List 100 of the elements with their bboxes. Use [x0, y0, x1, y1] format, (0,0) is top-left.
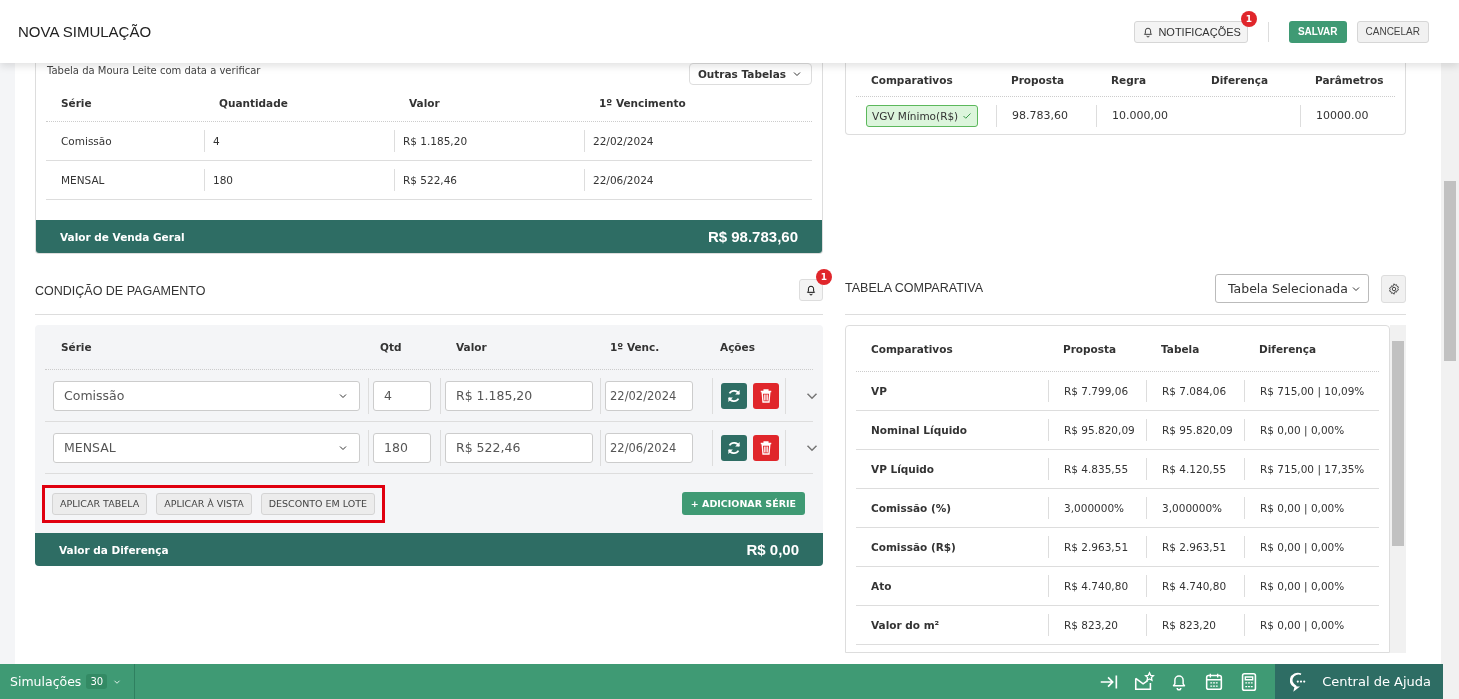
table-cell: R$ 4.740,80 [1146, 575, 1244, 597]
table-cell: R$ 0,00 | 0,00% [1244, 419, 1379, 441]
delete-button[interactable] [753, 382, 779, 409]
column-header: Parâmetros [1314, 73, 1385, 86]
notification-badge: 1 [1240, 10, 1257, 27]
total-label: Valor de Venda Geral [60, 230, 185, 243]
table-cell-text: MENSAL [60, 174, 106, 186]
table-cell: R$ 95.820,09 [1146, 419, 1244, 441]
table-cell-text: Comissão (R$) [870, 541, 957, 553]
page-title: NOVA SIMULAÇÃO [18, 23, 152, 40]
simulations-button[interactable]: Simulações 30 [0, 664, 136, 699]
table-cell: R$ 4.740,80 [1048, 575, 1146, 597]
table-scrollbar[interactable] [1390, 325, 1406, 653]
series-dropdown[interactable]: MENSAL [53, 432, 360, 463]
page-scrollbar[interactable] [1441, 63, 1459, 699]
table-cell: R$ 7.084,06 [1146, 380, 1244, 402]
table-cell-text: VP Líquido [870, 463, 936, 475]
value-field[interactable]: R$ 522,46 [445, 432, 593, 463]
other-tables-button[interactable]: Outras Tabelas [688, 63, 812, 85]
cancel-button[interactable]: CANCELAR [1356, 20, 1429, 43]
section-title: TABELA COMPARATIVA [845, 280, 983, 297]
table-cell: R$ 1.185,20 [394, 130, 584, 152]
settings-button[interactable] [1381, 274, 1406, 303]
table-caption: Tabela da Moura Leite com data a verificar [47, 64, 261, 78]
column-header: Qtd [379, 340, 403, 355]
column-header: Valor [408, 97, 441, 109]
table-cell: R$ 4.835,55 [1048, 458, 1146, 480]
value-field[interactable]: R$ 1.185,20 [445, 380, 593, 411]
table-cell: 180 [204, 169, 394, 191]
table-dropdown[interactable]: Tabela Selecionada [1215, 274, 1369, 303]
dropdown-value: Tabela Selecionada [1228, 281, 1348, 296]
total-value: R$ 98.783,60 [707, 228, 798, 245]
count-badge: 30 [86, 674, 108, 689]
table-cell: R$ 0,00 | 0,00% [1244, 614, 1379, 636]
dropdown-value: Comissão [64, 388, 125, 403]
delete-button[interactable] [753, 434, 779, 461]
total-label: Valor da Diferença [59, 543, 169, 556]
table-cell: R$ 715,00 | 17,35% [1244, 458, 1379, 480]
column-header: Comparativos [870, 342, 954, 355]
table-cell: 4 [204, 130, 394, 152]
quantity-field[interactable]: 180 [373, 432, 431, 463]
table-cell: 22/02/2024 [584, 130, 812, 152]
table-cell: R$ 823,20 [1146, 614, 1244, 636]
scrollbar-thumb[interactable] [1392, 341, 1404, 546]
table-cell: R$ 95.820,09 [1048, 419, 1146, 441]
action-button[interactable]: APLICAR À VISTA [156, 492, 252, 515]
table-cell: 10000.00 [1316, 109, 1369, 122]
dropdown-value: MENSAL [64, 440, 116, 455]
table-cell: 10.000,00 [1112, 109, 1168, 122]
table-cell-text: VP [870, 385, 888, 397]
notifications-button[interactable] [799, 279, 823, 301]
column-header: Diferença [1258, 342, 1318, 355]
column-header: Proposta [1010, 73, 1066, 86]
action-button[interactable]: DESCONTO EM LOTE [260, 492, 375, 515]
table-cell-text: Nominal Líquido [870, 424, 968, 436]
table-cell: R$ 4.120,55 [1146, 458, 1244, 480]
column-header: Série [60, 97, 93, 109]
column-header: 1º Vencimento [598, 97, 687, 109]
column-header: Tabela [1160, 342, 1201, 355]
scrollbar-thumb[interactable] [1444, 181, 1456, 361]
column-header: Regra [1110, 73, 1147, 86]
table-cell: R$ 2.963,51 [1146, 536, 1244, 558]
table-cell: 98.783,60 [1012, 109, 1068, 122]
table-cell-text: Ato [870, 580, 893, 592]
table-cell-text: Comissão (%) [870, 502, 953, 514]
table-cell: R$ 0,00 | 0,00% [1244, 575, 1379, 597]
table-cell: R$ 7.799,06 [1048, 380, 1146, 402]
table-cell: R$ 2.963,51 [1048, 536, 1146, 558]
quantity-field[interactable]: 4 [373, 380, 431, 411]
table-cell-text: Comissão [60, 135, 113, 147]
section-title: CONDIÇÃO DE PAGAMENTO [35, 284, 206, 300]
rule-tag: VGV Mínimo(R$) [866, 105, 979, 127]
series-dropdown[interactable]: Comissão [53, 380, 360, 411]
table-cell: R$ 522,46 [394, 169, 584, 191]
table-cell: 3,000000% [1146, 497, 1244, 519]
table-cell: R$ 823,20 [1048, 614, 1146, 636]
column-header: Valor [455, 340, 488, 355]
notification-badge: 1 [816, 269, 832, 285]
settings-icon [1386, 281, 1401, 296]
column-header: 1º Venc. [609, 340, 661, 355]
envelope-star-icon[interactable] [1133, 670, 1156, 693]
column-header: Série [60, 340, 93, 355]
recalculate-button[interactable] [721, 434, 747, 461]
column-header: Ações [719, 340, 756, 355]
column-header: Proposta [1062, 342, 1118, 355]
table-cell: R$ 0,00 | 0,00% [1244, 497, 1379, 519]
date-field[interactable]: 22/06/2024 [605, 432, 693, 463]
total-value: R$ 0,00 [746, 541, 799, 558]
recalculate-button[interactable] [721, 382, 747, 409]
column-header: Quantidade [218, 97, 289, 109]
column-header: Comparativos [870, 73, 954, 86]
check-icon [961, 110, 974, 122]
simulations-label: Simulações [10, 674, 82, 689]
action-button[interactable]: APLICAR TABELA [52, 492, 148, 515]
table-cell-text: Valor do m² [870, 619, 941, 631]
table-cell: 3,000000% [1048, 497, 1146, 519]
table-cell: 22/06/2024 [584, 169, 812, 191]
date-field[interactable]: 22/02/2024 [605, 380, 693, 411]
help-center-button[interactable]: Central de Ajuda [1275, 664, 1443, 699]
bell-icon [804, 283, 818, 297]
